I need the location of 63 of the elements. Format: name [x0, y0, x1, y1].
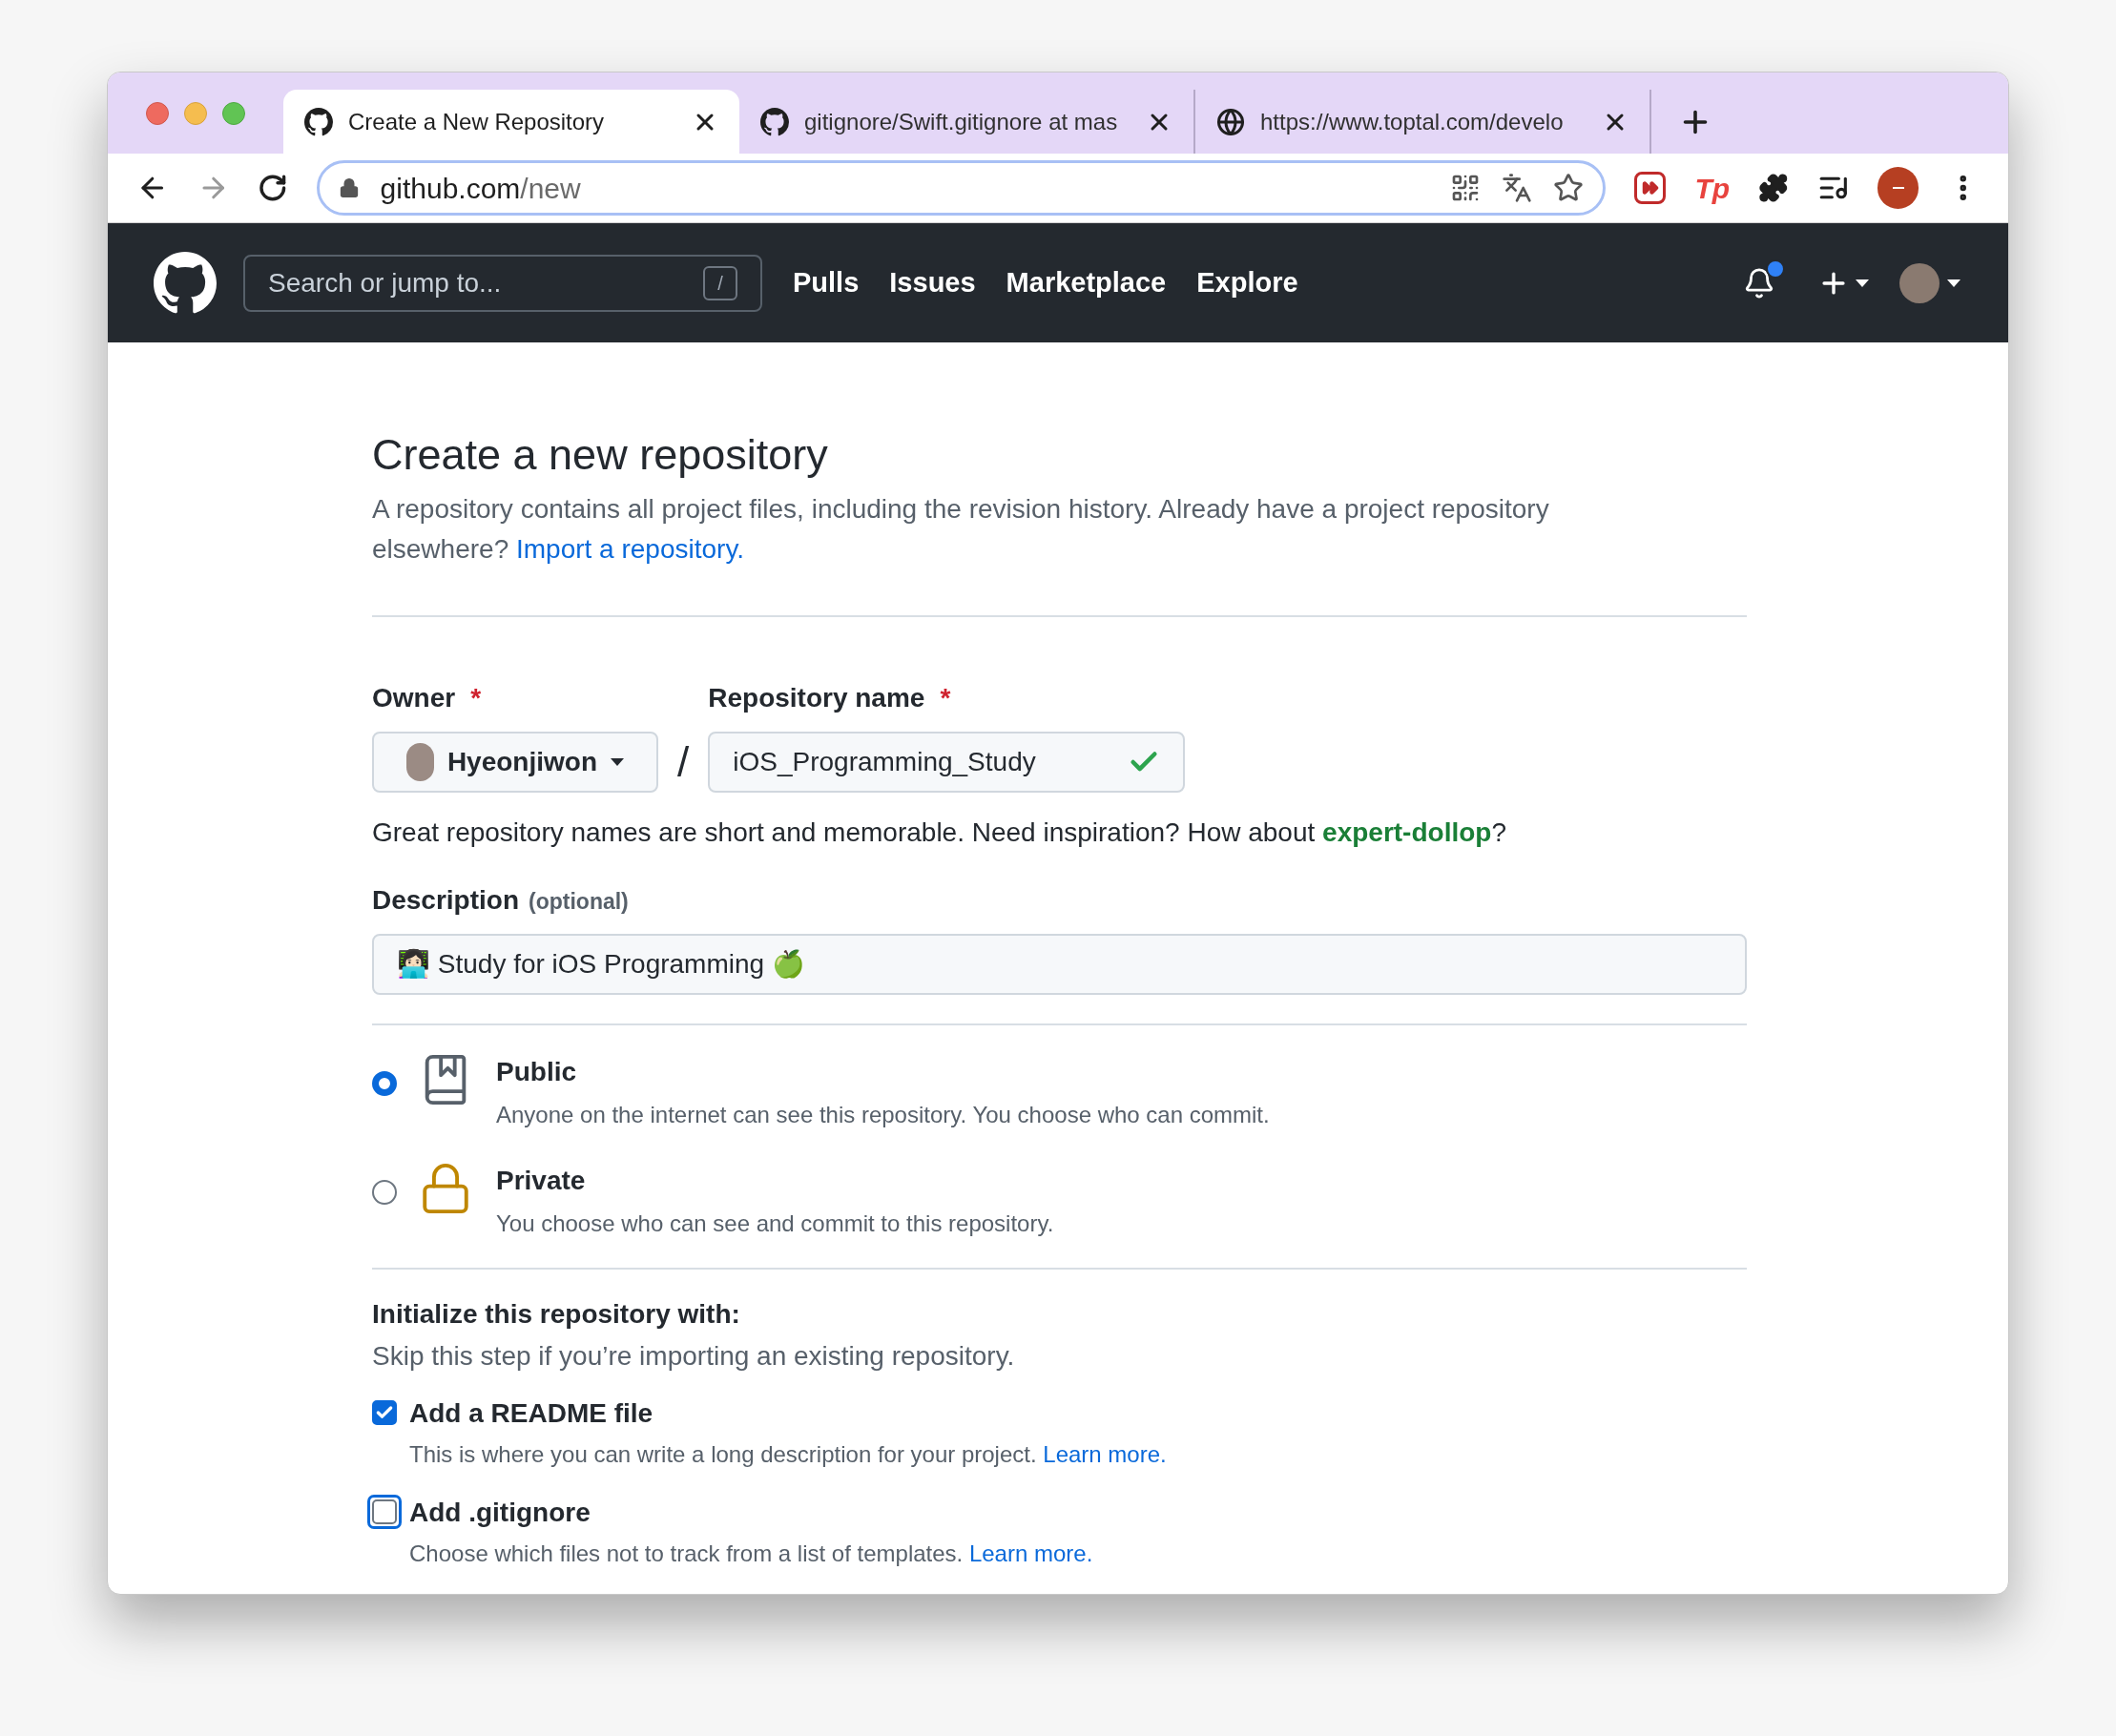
option-label: Add .gitignore [409, 1497, 591, 1529]
visibility-description: You choose who can see and commit to this repository. [496, 1209, 1054, 1238]
github-logo-icon [760, 107, 789, 136]
translate-icon[interactable] [1501, 173, 1532, 203]
description-value: 👩🏻‍💻 Study for iOS Programming 🍏 [397, 947, 805, 981]
tab-title: https://www.toptal.com/develo [1260, 107, 1565, 136]
tab-title: Create a New Repository [348, 107, 606, 136]
visibility-title: Public [496, 1056, 577, 1088]
separator-slash: / [676, 737, 691, 787]
required-mark: * [470, 682, 482, 714]
tab-title: gitignore/Swift.gitignore at mas [804, 107, 1119, 136]
required-mark: * [940, 682, 951, 714]
close-window-icon[interactable] [146, 101, 169, 125]
description-label: Description [372, 884, 520, 917]
github-logo-icon [304, 107, 333, 136]
browser-tab[interactable]: Create a New Repository [283, 90, 739, 154]
option-label: Add a README file [409, 1397, 654, 1430]
import-repository-link[interactable]: Import a repository. [516, 534, 745, 564]
page-title: Create a new repository [372, 429, 829, 481]
media-extension-icon[interactable] [1633, 172, 1667, 204]
globe-icon [1216, 107, 1245, 136]
reload-icon[interactable] [258, 173, 288, 203]
initialize-subtitle: Skip this step if you’re importing an existing repository. [372, 1340, 1016, 1373]
optional-note: (optional) [529, 888, 629, 916]
address-path: /new [520, 172, 581, 204]
owner-avatar [406, 743, 434, 781]
intro-text: A repository contains all project files, including the revision history. Already have a project repository elsewhere? Import a repository. [372, 493, 1550, 566]
search-placeholder: Search or jump to... [268, 266, 503, 300]
learn-more-link[interactable]: Learn more. [1043, 1441, 1167, 1467]
nav-link[interactable]: Marketplace [1006, 261, 1167, 304]
initialize-heading: Initialize this repository with: [372, 1298, 741, 1331]
github-logo-icon [154, 251, 217, 315]
nav-link[interactable]: Explore [1196, 261, 1298, 304]
user-menu[interactable] [1899, 262, 1960, 303]
repository-name-value: iOS_Programming_Study [733, 746, 1037, 778]
radio-button[interactable] [372, 1180, 397, 1205]
visibility-description: Anyone on the internet can see this repository. You choose who can commit. [496, 1101, 1270, 1129]
profile-icon[interactable] [1877, 167, 1919, 209]
checkbox[interactable] [372, 1400, 397, 1425]
option-description: This is where you can write a long description for your project. Learn more. [409, 1440, 1167, 1469]
repository-name-field[interactable]: iOS_Programming_Study [708, 732, 1186, 793]
visibility-title: Private [496, 1165, 587, 1197]
nav-link[interactable]: Pulls [793, 261, 860, 304]
lock-icon [338, 177, 360, 198]
suggested-name-link[interactable]: expert-dollop [1322, 817, 1492, 847]
bookmark-star-icon[interactable] [1552, 173, 1584, 203]
learn-more-link[interactable]: Learn more. [968, 1540, 1093, 1566]
option-description: Choose which files not to track from a list of templates. Learn more. [409, 1540, 1093, 1568]
notifications-bell-icon[interactable] [1743, 266, 1775, 300]
owner-dropdown[interactable]: Hyeonjiwon [372, 732, 658, 793]
radio-button[interactable] [372, 1071, 397, 1096]
repository-name-label: Repository name [708, 682, 925, 714]
description-field[interactable]: 👩🏻‍💻 Study for iOS Programming 🍏 [372, 934, 1747, 995]
extensions-puzzle-icon[interactable] [1758, 173, 1789, 203]
caret-icon [611, 758, 624, 766]
address-host: github.com [380, 172, 521, 204]
nav-link[interactable]: Issues [889, 261, 976, 304]
owner-label: Owner [372, 682, 456, 714]
name-hint-text: Great repository names are short and memorable. Need inspiration? How about expert-dollop? [372, 816, 1507, 849]
extension-logo[interactable]: Tp [1694, 166, 1731, 210]
address-bar[interactable]: github.com/new [316, 160, 1606, 216]
shortcut-key: / [703, 265, 737, 300]
search-field[interactable]: Search or jump to... / [243, 254, 762, 312]
